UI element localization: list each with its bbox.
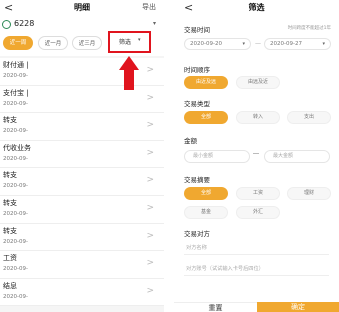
filter-button[interactable]: 筛选 ▾	[108, 31, 151, 53]
date-separator: —	[255, 40, 261, 47]
min-amount-input[interactable]: 最小金额	[184, 150, 250, 163]
chevron-right-icon: >	[146, 175, 154, 186]
chevron-down-icon: ▾	[242, 41, 245, 47]
filter-title: 筛选	[248, 3, 265, 12]
summary-forex[interactable]: 外汇	[236, 206, 280, 219]
type-all[interactable]: 全部	[184, 111, 228, 124]
start-date-value: 2020-09-20	[190, 41, 222, 47]
transaction-name: 财付通 |	[3, 61, 29, 69]
chevron-down-icon: ▾	[138, 37, 141, 43]
bank-logo-icon	[2, 20, 11, 29]
transaction-date: 2020-09-	[3, 155, 28, 162]
type-income[interactable]: 转入	[236, 111, 280, 124]
chevron-right-icon: >	[146, 285, 154, 296]
counterparty-section-label: 交易对方	[184, 230, 210, 238]
list-item[interactable]: 工资 2020-09- >	[0, 251, 164, 279]
transaction-list: 财付通 | 2020-09- > 支付宝 | 2020-09- > 转支 202…	[0, 58, 164, 307]
period-three-months[interactable]: 近三月	[72, 36, 102, 50]
list-item[interactable]: 结息 2020-09- >	[0, 278, 164, 307]
summary-salary[interactable]: 工资	[236, 187, 280, 200]
transaction-date: 2020-09-	[3, 266, 28, 273]
type-expense[interactable]: 支出	[287, 111, 331, 124]
transaction-date: 2020-09-	[3, 128, 28, 135]
type-section-label: 交易类型	[184, 100, 210, 108]
transaction-date: 2020-09-	[3, 238, 28, 245]
time-span-hint: 时间跨度不能超过1年	[287, 26, 331, 31]
transaction-date: 2020-09-	[3, 73, 28, 79]
transaction-date: 2020-09-	[3, 183, 28, 190]
red-arrow-annotation	[119, 56, 139, 90]
chevron-down-icon: ▾	[322, 41, 325, 47]
chevron-right-icon: >	[146, 258, 154, 269]
end-date-picker[interactable]: 2020-09-27 ▾	[264, 38, 331, 50]
transaction-name: 结息	[3, 281, 17, 290]
account-number: 6228	[14, 19, 35, 28]
chevron-right-icon: >	[146, 230, 154, 241]
start-date-picker[interactable]: 2020-09-20 ▾	[184, 38, 251, 50]
export-button[interactable]: 导出	[142, 2, 156, 12]
transaction-name: 代收业务	[3, 143, 31, 152]
order-section-label: 时间顺序	[184, 66, 210, 74]
chevron-right-icon: >	[146, 147, 154, 158]
transaction-name: 转支	[3, 171, 17, 180]
transaction-name: 转支	[3, 116, 17, 125]
counterparty-name-input[interactable]: 对方名称	[184, 242, 329, 255]
transaction-name: 转支	[3, 226, 17, 235]
summary-wealth[interactable]: 理财	[287, 187, 331, 200]
amount-section-label: 金额	[184, 137, 197, 145]
end-date-value: 2020-09-27	[270, 41, 302, 47]
amount-separator	[253, 153, 259, 154]
transaction-name: 转支	[3, 198, 17, 207]
chevron-right-icon: >	[146, 65, 154, 75]
time-section-label: 交易时间	[184, 26, 210, 34]
list-item[interactable]: 转支 2020-09- >	[0, 223, 164, 252]
counterparty-account-input[interactable]: 对方账号（试试输入卡号后四位）	[184, 263, 329, 276]
chevron-right-icon: >	[146, 120, 154, 131]
transaction-detail-pane: < 明细 导出 6228 ▾ 近一周 近一月 近三月 筛选 ▾ 财付通 | 20…	[0, 0, 164, 312]
transaction-name: 工资	[3, 254, 17, 263]
arrow-shaft	[124, 70, 134, 90]
transaction-name: 支付宝 |	[3, 88, 29, 97]
summary-fund[interactable]: 基金	[184, 206, 228, 219]
list-item[interactable]: 转支 2020-09- >	[0, 195, 164, 224]
list-item[interactable]: 转支 2020-09- >	[0, 168, 164, 196]
summary-all[interactable]: 全部	[184, 187, 228, 200]
list-item[interactable]: 支付宝 | 2020-09- >	[0, 85, 164, 114]
chevron-down-icon: ▾	[152, 20, 156, 27]
page-title: 明细	[74, 3, 90, 12]
max-amount-input[interactable]: 最大金额	[264, 150, 330, 163]
period-one-week[interactable]: 近一周	[3, 36, 33, 50]
filter-pane: < 筛选 交易时间 时间跨度不能超过1年 2020-09-20 ▾ — 2020…	[174, 0, 339, 312]
list-item[interactable]: 代收业务 2020-09- >	[0, 140, 164, 169]
transaction-date: 2020-09-	[3, 100, 28, 107]
list-item[interactable]: 财付通 | 2020-09- >	[0, 58, 164, 86]
chevron-right-icon: >	[146, 92, 154, 103]
chevron-right-icon: >	[146, 202, 154, 213]
order-newest-first[interactable]: 由近及远	[184, 76, 228, 89]
order-oldest-first[interactable]: 由远及近	[236, 76, 280, 89]
filter-label: 筛选	[119, 39, 132, 46]
summary-section-label: 交易摘要	[184, 176, 210, 184]
detail-header: < 明细 导出	[0, 0, 164, 17]
transaction-date: 2020-09-	[3, 293, 28, 300]
reset-button[interactable]: 重置	[174, 302, 257, 312]
period-one-month[interactable]: 近一月	[38, 36, 68, 50]
confirm-button[interactable]: 确定	[257, 302, 339, 312]
transaction-date: 2020-09-	[3, 210, 28, 217]
arrow-head	[119, 56, 139, 70]
list-item[interactable]: 转支 2020-09- >	[0, 113, 164, 141]
